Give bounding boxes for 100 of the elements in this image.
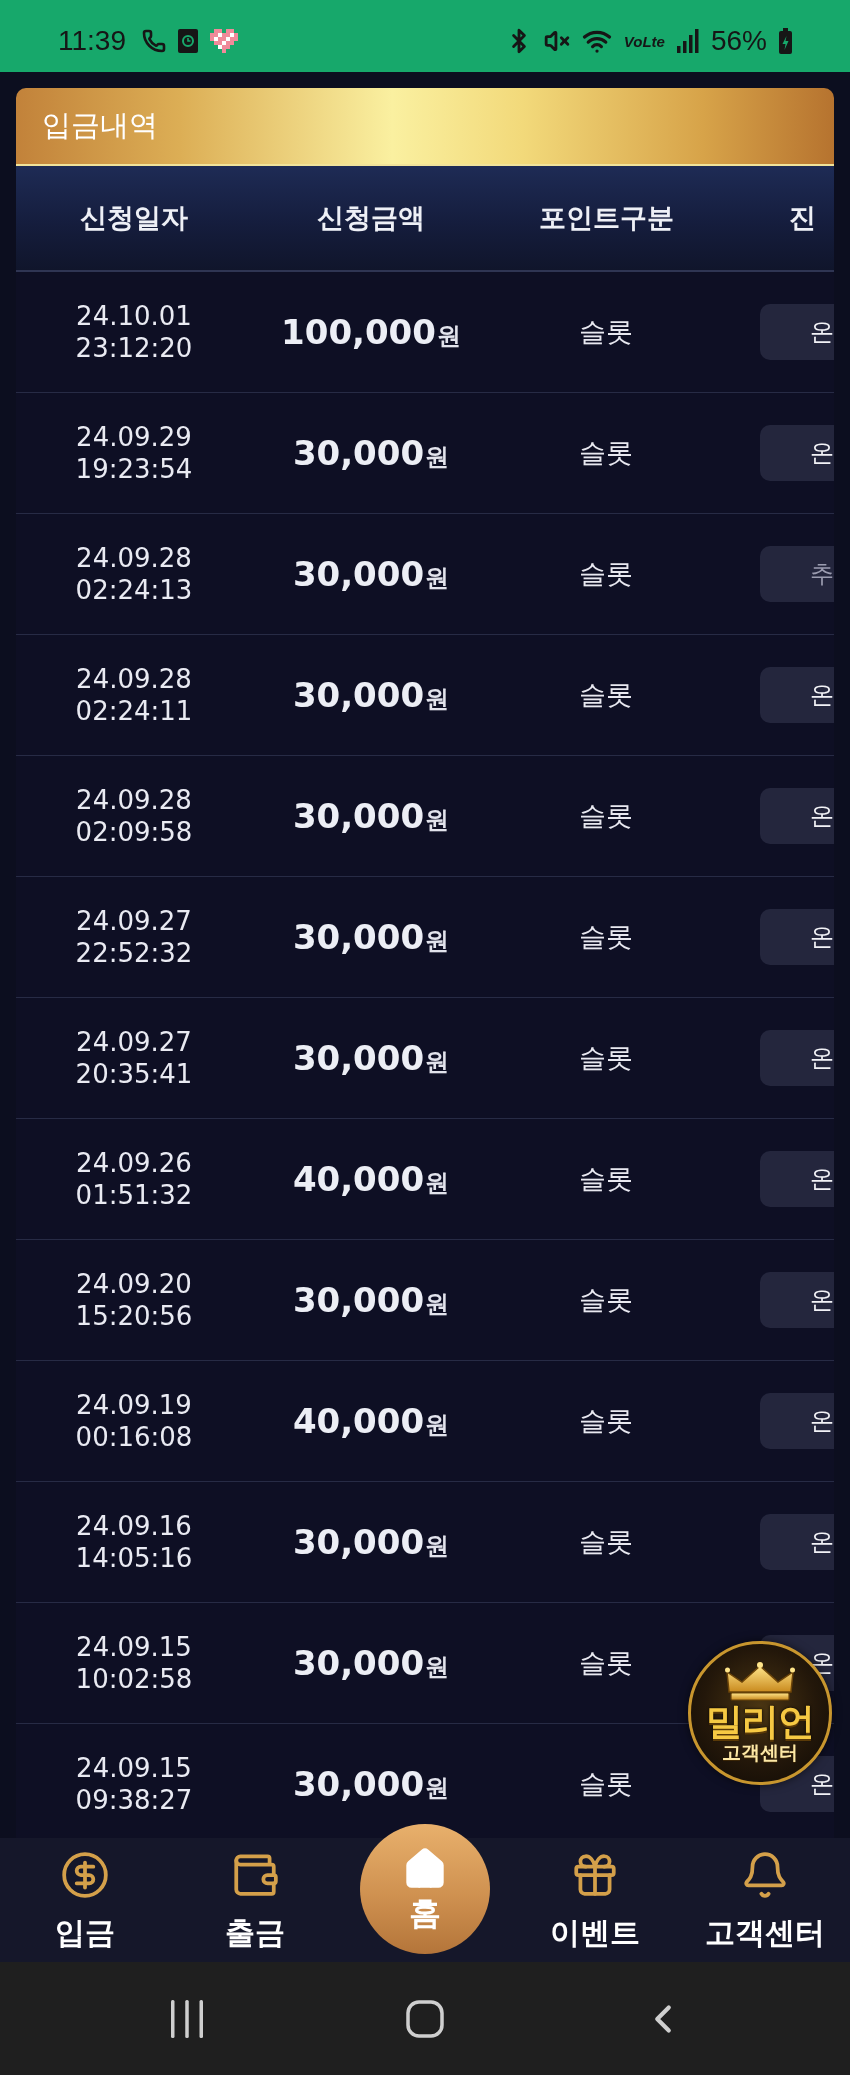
dollar-coin-icon [60,1850,110,1900]
point-type-text: 슬롯 [579,920,633,954]
point-type-text: 슬롯 [579,1525,633,1559]
currency-unit: 원 [425,684,450,715]
amount-value: 30,000 [292,1038,425,1078]
nav-item[interactable]: 입금 [55,1838,115,1950]
home-icon [406,1999,444,2038]
status-tag: 온 [760,788,834,844]
time-text: 02:24:11 [75,695,193,727]
clock-time: 11:39 [58,25,126,57]
time-text: 15:20:56 [75,1300,193,1332]
date-text: 24.09.29 [76,421,192,453]
date-text: 24.09.20 [76,1268,192,1300]
currency-unit: 원 [425,563,450,594]
mute-icon [543,28,570,54]
date-text: 24.09.27 [76,1026,192,1058]
date-text: 24.09.28 [76,663,192,695]
system-home-button[interactable] [406,1999,444,2038]
point-type-text: 슬롯 [579,1404,633,1438]
amount-value: 30,000 [292,1764,425,1804]
status-tag: 온 [760,1393,834,1449]
status-tag: 온 [760,909,834,965]
currency-unit: 원 [425,805,450,836]
currency-unit: 원 [436,321,461,352]
battery-percent: 56% [710,25,767,57]
point-type-text: 슬롯 [579,436,633,470]
amount-value: 30,000 [292,554,425,594]
date-text: 24.09.28 [76,542,192,574]
column-header: 진 [789,201,816,235]
currency-unit: 원 [425,1410,450,1441]
time-text: 00:16:08 [75,1421,193,1453]
nav-item[interactable]: 이벤트 [550,1838,640,1950]
currency-unit: 원 [425,1531,450,1562]
date-text: 24.09.15 [76,1752,192,1784]
column-header: 포인트구분 [538,201,674,235]
amount-value: 30,000 [292,917,425,957]
currency-unit: 원 [425,926,450,957]
time-text: 02:24:13 [75,574,193,606]
point-type-text: 슬롯 [579,678,633,712]
time-text: 22:52:32 [75,937,193,969]
date-text: 24.09.26 [76,1147,192,1179]
column-header: 신청금액 [317,201,425,235]
status-tag: 온 [760,425,834,481]
time-text: 14:05:16 [75,1542,193,1574]
signal-icon [676,29,699,53]
column-header: 신청일자 [80,201,188,235]
date-text: 24.09.28 [76,784,192,816]
battery-charging-icon [779,28,792,54]
amount-value: 30,000 [292,1522,425,1562]
nav-item[interactable]: 출금 [225,1838,285,1950]
point-type-text: 슬롯 [579,1041,633,1075]
point-type-text: 슬롯 [579,1767,633,1801]
nav-item[interactable]: 고객센터 [705,1838,825,1950]
recent-apps-button[interactable] [169,1999,205,2038]
currency-unit: 원 [425,1773,450,1804]
status-tag: 온 [760,1272,834,1328]
amount-value: 30,000 [292,433,425,473]
currency-unit: 원 [425,1289,450,1320]
amount-value: 40,000 [292,1401,425,1441]
time-text: 20:35:41 [75,1058,193,1090]
status-tag: 추 [760,546,834,602]
point-type-text: 슬롯 [579,557,633,591]
date-text: 24.09.19 [76,1389,192,1421]
currency-unit: 원 [425,1047,450,1078]
crown-icon [725,1662,795,1702]
amount-value: 30,000 [292,675,425,715]
currency-unit: 원 [425,1652,450,1683]
status-tag: 온 [760,1030,834,1086]
currency-unit: 원 [425,442,450,473]
status-tag: 온 [760,304,834,360]
time-text: 09:38:27 [75,1784,193,1816]
amount-value: 30,000 [292,1643,425,1683]
network-label: VoLte [623,32,665,50]
time-text: 01:51:32 [75,1179,193,1211]
date-text: 24.09.16 [76,1510,192,1542]
status-tag: 온 [760,1151,834,1207]
point-type-text: 슬롯 [579,799,633,833]
point-type-text: 슬롯 [579,315,633,349]
phone-icon [142,29,166,53]
time-text: 19:23:54 [75,453,193,485]
time-text: 10:02:58 [75,1663,193,1695]
point-type-text: 슬롯 [579,1283,633,1317]
status-tag: 온 [760,1514,834,1570]
amount-value: 40,000 [292,1159,425,1199]
point-type-text: 슬롯 [579,1162,633,1196]
date-text: 24.09.27 [76,905,192,937]
amount-value: 30,000 [292,796,425,836]
pixel-heart-icon [210,29,238,53]
card-title: 입금내역 [42,107,158,144]
date-text: 24.09.15 [76,1631,192,1663]
time-text: 23:12:20 [75,332,193,364]
date-text: 24.10.01 [76,300,192,332]
recent-apps-icon [169,1999,205,2038]
currency-unit: 원 [425,1168,450,1199]
status-tag: 온 [760,667,834,723]
amount-value: 30,000 [292,1280,425,1320]
point-type-text: 슬롯 [579,1646,633,1680]
time-text: 02:09:58 [75,816,193,848]
amount-value: 100,000 [281,312,436,352]
clock-icon [178,29,198,53]
